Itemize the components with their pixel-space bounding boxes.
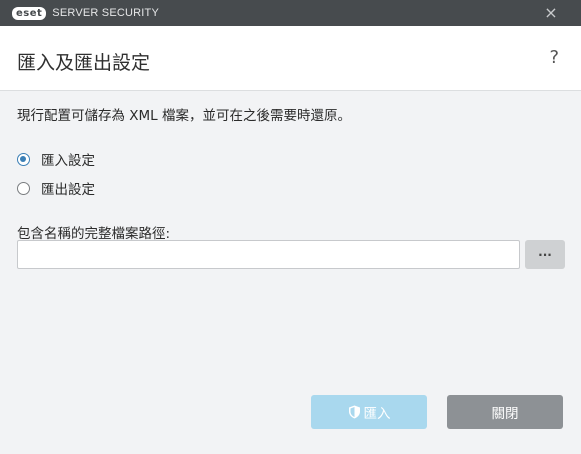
export-settings-label: 匯出設定 [41,182,95,198]
browse-button[interactable]: ... [525,240,565,269]
import-settings-label: 匯入設定 [41,153,95,169]
close-icon[interactable]: × [543,5,559,21]
dialog-header: 匯入及匯出設定 ? [0,26,581,91]
dialog-window: eset SERVER SECURITY × 匯入及匯出設定 ? 現行配置可儲存… [0,0,581,454]
file-path-label: 包含名稱的完整檔案路徑: [17,226,171,242]
close-button-label: 關閉 [491,406,519,422]
import-button-label: 匯入 [363,406,391,422]
radio-button-selected[interactable] [17,152,30,166]
file-path-input[interactable] [17,240,520,269]
import-button[interactable]: 匯入 [311,395,427,429]
close-button[interactable]: 關閉 [447,395,563,429]
import-settings-option[interactable]: 匯入設定 [17,149,95,169]
eset-logo: eset [12,6,47,20]
app-name: SERVER SECURITY [52,7,160,19]
shield-icon [348,405,361,419]
help-icon[interactable]: ? [549,47,559,68]
description-text: 現行配置可儲存為 XML 檔案，並可在之後需要時還原。 [17,108,351,124]
radio-button[interactable] [17,181,30,195]
title-bar: eset SERVER SECURITY × [0,0,581,26]
page-title: 匯入及匯出設定 [17,52,151,74]
export-settings-option[interactable]: 匯出設定 [17,178,95,198]
